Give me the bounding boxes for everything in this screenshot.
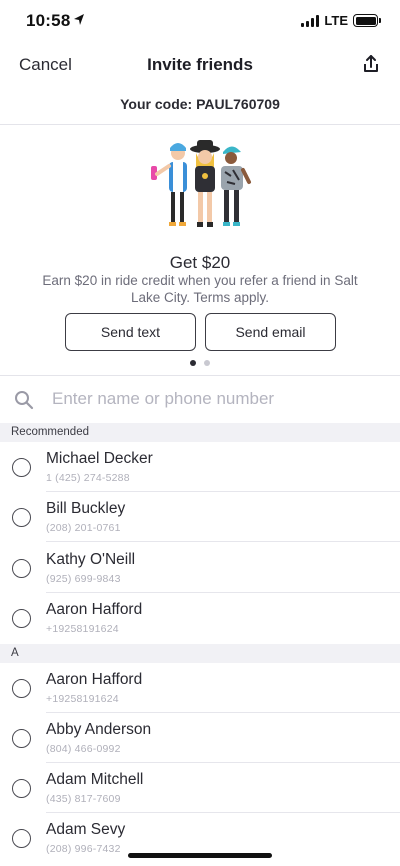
contact-name: Michael Decker <box>46 450 153 467</box>
divider <box>46 541 400 542</box>
send-text-button[interactable]: Send text <box>65 313 196 351</box>
contact-row[interactable]: Abby Anderson (804) 466-0992 <box>0 713 400 763</box>
contact-row[interactable]: Adam Mitchell (435) 817-7609 <box>0 763 400 813</box>
contact-name: Adam Sevy <box>46 821 126 838</box>
location-arrow-icon <box>74 14 84 25</box>
status-time: 10:58 <box>26 11 71 30</box>
status-bar: 10:58 LTE <box>0 0 400 44</box>
contact-phone: (804) 466-0992 <box>46 743 121 755</box>
select-radio[interactable] <box>12 458 31 477</box>
contact-row[interactable]: Kathy O'Neill (925) 699-9843 <box>0 543 400 593</box>
contact-row[interactable]: Michael Decker 1 (425) 274-5288 <box>0 442 400 492</box>
contact-name: Kathy O'Neill <box>46 551 136 568</box>
page-dot[interactable] <box>190 360 196 366</box>
contact-name: Aaron Hafford <box>46 671 143 688</box>
promo-description: Earn $20 in ride credit when you refer a… <box>42 273 358 305</box>
share-icon[interactable] <box>360 53 382 75</box>
referral-code: Your code: PAUL760709 <box>120 96 280 112</box>
contact-phone: 1 (425) 274-5288 <box>46 472 130 484</box>
section-header-a: A <box>0 644 400 663</box>
select-radio[interactable] <box>12 829 31 848</box>
promo-title: Get $20 <box>169 253 231 272</box>
status-indicators: LTE <box>301 13 381 28</box>
friends-illustration <box>151 140 251 227</box>
contact-row[interactable]: Aaron Hafford +19258191624 <box>0 593 400 643</box>
cancel-button[interactable]: Cancel <box>19 55 72 75</box>
contact-phone: (208) 996-7432 <box>46 843 121 855</box>
contact-phone: (208) 201-0761 <box>46 522 121 534</box>
page-dot[interactable] <box>204 360 210 366</box>
contact-name: Abby Anderson <box>46 721 152 738</box>
signal-icon <box>301 14 320 27</box>
network-label: LTE <box>324 13 348 28</box>
page-indicator[interactable] <box>0 360 400 366</box>
contact-row[interactable]: Aaron Hafford +19258191624 <box>0 663 400 713</box>
battery-icon <box>353 14 381 27</box>
contact-phone: (435) 817-7609 <box>46 793 121 805</box>
select-radio[interactable] <box>12 779 31 798</box>
contact-phone: (925) 699-9843 <box>46 573 121 585</box>
search-input[interactable] <box>52 386 382 412</box>
home-indicator[interactable] <box>128 853 272 858</box>
select-radio[interactable] <box>12 729 31 748</box>
search-icon <box>15 391 34 410</box>
contact-name: Adam Mitchell <box>46 771 144 788</box>
select-radio[interactable] <box>12 679 31 698</box>
send-email-button[interactable]: Send email <box>205 313 336 351</box>
section-header-recommended: Recommended <box>0 423 400 442</box>
contact-phone: +19258191624 <box>46 693 119 705</box>
search-bar <box>0 376 400 423</box>
select-radio[interactable] <box>12 559 31 578</box>
contact-row[interactable]: Bill Buckley (208) 201-0761 <box>0 492 400 542</box>
select-radio[interactable] <box>12 609 31 628</box>
divider <box>0 124 400 125</box>
contact-name: Bill Buckley <box>46 500 126 517</box>
select-radio[interactable] <box>12 508 31 527</box>
contact-phone: +19258191624 <box>46 623 119 635</box>
contact-name: Aaron Hafford <box>46 601 143 618</box>
nav-bar: Cancel Invite friends <box>0 44 400 86</box>
